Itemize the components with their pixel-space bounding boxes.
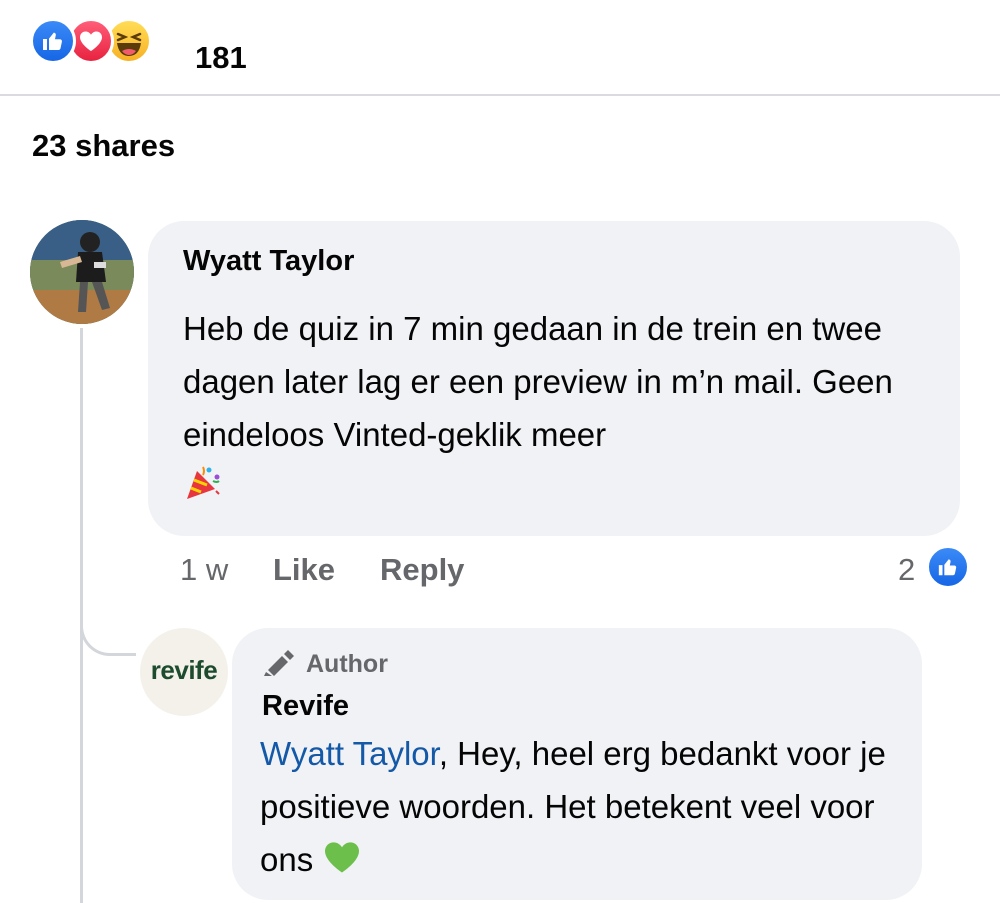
- avatar[interactable]: [30, 220, 134, 324]
- comment-body: Heb de quiz in 7 min gedaan in de trein …: [183, 310, 893, 453]
- reply-text: Wyatt Taylor, Hey, heel erg bedankt voor…: [260, 727, 910, 889]
- divider: [0, 94, 1000, 96]
- reply-button[interactable]: Reply: [380, 552, 464, 588]
- author-badge: Author: [262, 648, 388, 681]
- shares-count[interactable]: 23 shares: [32, 128, 175, 164]
- reaction-count: 181: [195, 40, 247, 75]
- like-icon[interactable]: [926, 545, 970, 589]
- comment-text: Heb de quiz in 7 min gedaan in de trein …: [183, 302, 943, 518]
- party-popper-icon: [183, 463, 223, 518]
- author-badge-label: Author: [306, 650, 388, 678]
- comment-timestamp[interactable]: 1 w: [180, 552, 228, 588]
- thread-connector: [80, 600, 136, 656]
- green-heart-icon: [322, 836, 362, 889]
- pencil-icon: [262, 648, 296, 681]
- avatar[interactable]: revife: [140, 628, 228, 716]
- revife-logo-tagline: [184, 683, 185, 688]
- revife-logo: revife: [150, 654, 218, 685]
- comment-like-count[interactable]: 2: [898, 552, 915, 588]
- mention-link[interactable]: Wyatt Taylor: [260, 735, 439, 772]
- like-icon: [30, 18, 76, 64]
- comment-author[interactable]: Wyatt Taylor: [183, 245, 354, 278]
- like-button[interactable]: Like: [273, 552, 335, 588]
- reply-author[interactable]: Revife: [262, 690, 349, 723]
